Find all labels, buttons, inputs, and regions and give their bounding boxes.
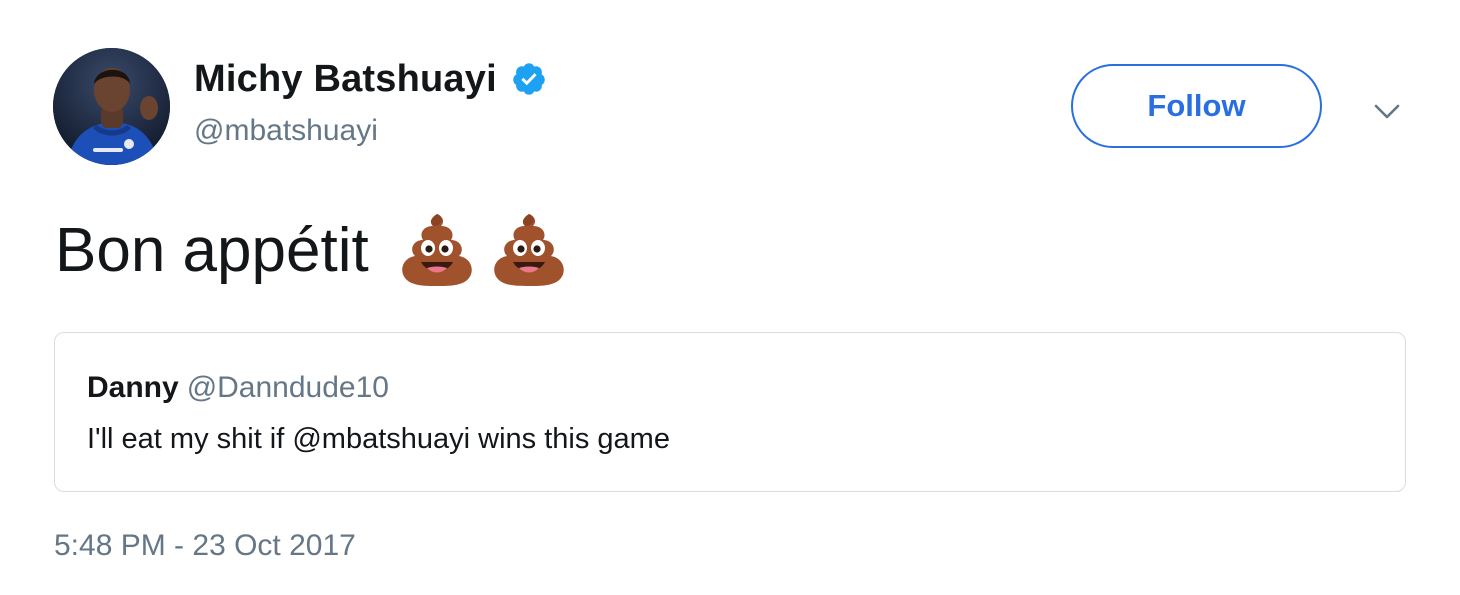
pile-of-poo-emoji-icon xyxy=(487,208,571,292)
chevron-down-icon[interactable] xyxy=(1370,94,1404,128)
author-name-row: Michy Batshuayi xyxy=(194,56,547,102)
quoted-author-handle: @Danndude10 xyxy=(186,371,389,404)
author-avatar[interactable] xyxy=(53,48,170,165)
author-handle[interactable]: @mbatshuayi xyxy=(194,114,378,148)
quoted-tweet-card[interactable]: Danny @Danndude10 I'll eat my shit if @mb… xyxy=(54,332,1406,492)
verified-badge-icon xyxy=(511,61,547,97)
pile-of-poo-emoji-icon xyxy=(395,208,479,292)
follow-button[interactable]: Follow xyxy=(1071,64,1322,148)
tweet-body: Bon appétit xyxy=(55,205,571,295)
tweet-text: Bon appétit xyxy=(55,215,369,285)
avatar-photo xyxy=(53,48,170,165)
tweet-timestamp[interactable]: 5:48 PM - 23 Oct 2017 xyxy=(54,529,356,563)
quoted-tweet-header: Danny @Danndude10 xyxy=(87,371,389,405)
quoted-tweet-text: I'll eat my shit if @mbatshuayi wins thi… xyxy=(87,423,670,455)
tweet-card: Michy Batshuayi @mbatshuayi Follow Bon a… xyxy=(0,0,1460,595)
author-display-name[interactable]: Michy Batshuayi xyxy=(194,58,497,101)
quoted-author-name: Danny xyxy=(87,371,179,404)
